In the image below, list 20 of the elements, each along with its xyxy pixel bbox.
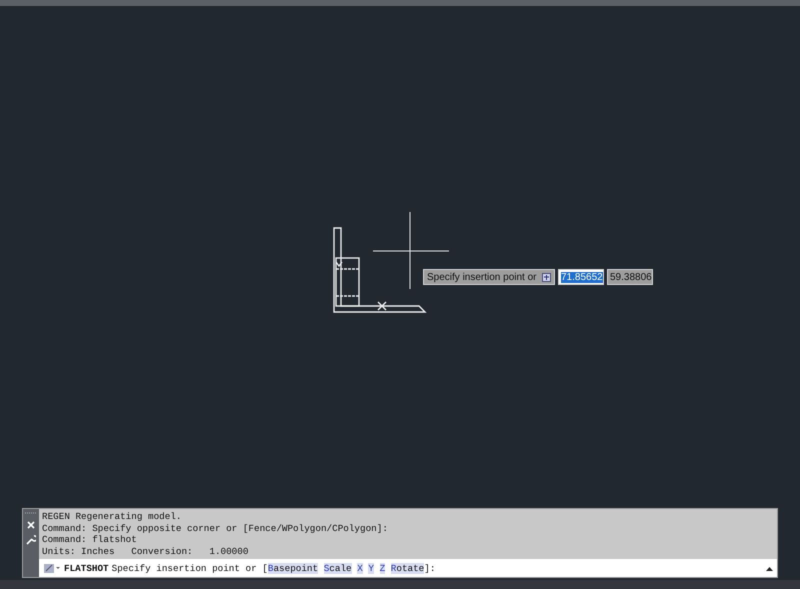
command-name: FLATSHOT bbox=[64, 562, 109, 574]
option-link[interactable]: Z bbox=[380, 562, 386, 574]
prompt-text: Specify insertion point or bbox=[427, 272, 537, 282]
option-link[interactable]: X bbox=[357, 562, 363, 574]
scroll-up-icon[interactable] bbox=[766, 566, 773, 571]
y-coordinate-field[interactable]: 59.38806 bbox=[607, 269, 653, 285]
history-line: Command: flatshot bbox=[42, 534, 138, 546]
command-prompt: Specify insertion point or [Basepoint Scale X Y Z Rotate]: bbox=[112, 562, 436, 574]
option-link[interactable]: Y bbox=[368, 562, 374, 574]
x-coordinate-field[interactable]: 71.85652 bbox=[558, 269, 604, 285]
option-link[interactable]: Scale bbox=[324, 562, 352, 574]
option-link[interactable]: Rotate bbox=[390, 562, 424, 574]
history-line: REGEN Regenerating model. bbox=[42, 511, 182, 523]
option-link[interactable]: Basepoint bbox=[268, 562, 318, 574]
dropdown-icon[interactable] bbox=[542, 272, 551, 282]
close-icon[interactable] bbox=[27, 521, 35, 529]
grip-icon[interactable] bbox=[25, 512, 37, 515]
history-line: Units: Inches Conversion: 1.00000 bbox=[42, 546, 250, 558]
command-icon[interactable] bbox=[43, 562, 61, 574]
history-line: Command: Specify opposite corner or [Fence/WPolygon/CPolygon]: bbox=[42, 522, 389, 534]
